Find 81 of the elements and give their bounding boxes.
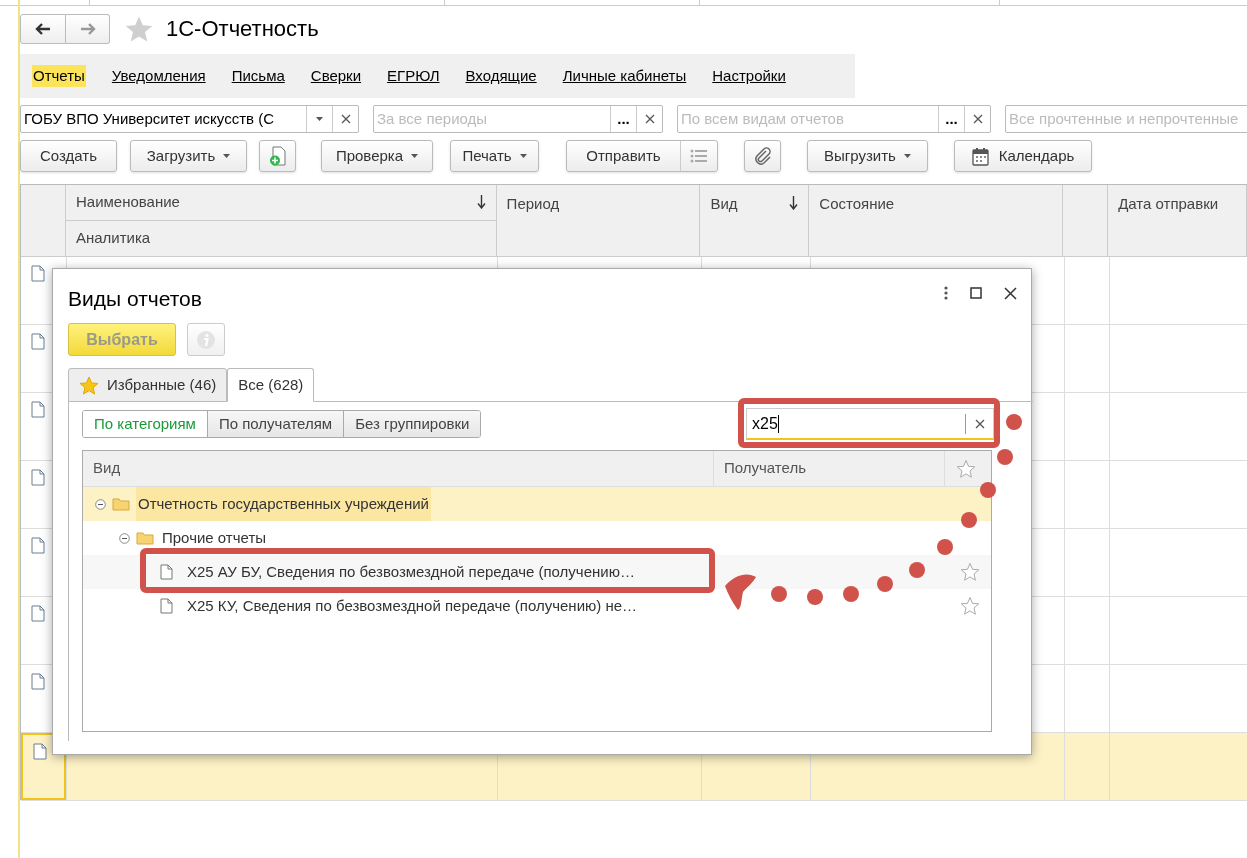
menu-link[interactable]: Сверки (310, 64, 362, 88)
back-button[interactable] (20, 13, 66, 44)
menu-link[interactable]: ЕГРЮЛ (387, 64, 440, 88)
star-icon[interactable] (960, 562, 980, 582)
star-icon (956, 458, 976, 479)
column-header[interactable]: Аналитика (65, 220, 496, 256)
toolbar-button[interactable]: Загрузить (130, 140, 247, 172)
toolbar-button[interactable]: Создать (20, 140, 117, 172)
search-field[interactable]: x25 (746, 408, 994, 440)
menu-link[interactable]: Настройки (712, 64, 786, 88)
menu-link[interactable]: Отчеты (32, 64, 86, 88)
info-icon (196, 329, 216, 350)
tab[interactable]: Все (628) (227, 368, 315, 402)
close-icon (340, 114, 351, 124)
tree-row[interactable]: Х25 АУ БУ, Сведения по безвозмездной передаче (получению… (83, 555, 991, 589)
filter-field[interactable]: За все периоды ... (373, 105, 663, 133)
calendar-icon (971, 146, 989, 166)
caret-icon (903, 154, 911, 158)
document-icon (31, 265, 45, 282)
menu-link[interactable]: Входящие (465, 64, 537, 88)
document-icon (31, 469, 45, 486)
tree-item-label: Х25 КУ, Сведения по безвозмездной передаче (получению) не… (187, 595, 638, 616)
toolbar-button[interactable]: Проверка (321, 140, 433, 172)
filter-field[interactable]: ГОБУ ВПО Университет искусств (С (20, 105, 359, 133)
column-header[interactable]: Дата отправки (1108, 185, 1247, 256)
column-header[interactable]: Получатель (714, 451, 945, 486)
tab[interactable]: Избранные (46) (68, 368, 228, 402)
collapse-icon[interactable] (95, 498, 106, 510)
caret-icon (411, 154, 419, 158)
document-icon (31, 401, 45, 418)
column-header[interactable]: Вид (700, 185, 810, 256)
caret-icon (316, 117, 323, 121)
document-icon (31, 333, 45, 350)
paperclip-icon (753, 147, 772, 165)
back-arrow-icon (35, 22, 51, 35)
tree-item-label: Прочие отчеты (161, 528, 268, 548)
calendar-button[interactable]: Календарь (954, 140, 1092, 172)
sort-arrow-icon (476, 195, 486, 210)
window-title: 1С-Отчетность (166, 15, 319, 43)
new-document-button[interactable] (259, 140, 296, 172)
grouping-button[interactable]: Без группировки (343, 411, 481, 437)
folder-icon (136, 531, 154, 545)
star-icon[interactable] (960, 596, 980, 616)
add-document-icon (268, 146, 287, 166)
caret-icon (223, 154, 231, 158)
close-icon (972, 114, 983, 124)
column-header[interactable]: Наименование (65, 185, 496, 221)
menu-link[interactable]: Уведомления (111, 64, 206, 88)
collapse-icon[interactable] (119, 532, 130, 544)
tree-item-label: Х25 АУ БУ, Сведения по безвозмездной передаче (получению… (187, 561, 635, 582)
filter-field[interactable]: По всем видам отчетов ... (677, 105, 991, 133)
close-icon (644, 114, 655, 124)
tree-row[interactable]: Отчетность государственных учреждений (83, 487, 991, 521)
toolbar-button[interactable]: Выгрузить (807, 140, 928, 172)
column-header[interactable]: Вид (83, 451, 714, 486)
sort-arrow-icon (789, 196, 799, 210)
document-icon (33, 743, 47, 760)
grouping-button[interactable]: По получателям (206, 411, 344, 437)
menu-link[interactable]: Письма (231, 64, 285, 88)
more-icon[interactable] (944, 286, 948, 300)
send-button[interactable]: Отправить (566, 140, 718, 172)
column-header[interactable]: Период (496, 185, 701, 256)
document-icon (31, 673, 45, 690)
toolbar-button[interactable]: Печать (450, 140, 539, 172)
caret-icon (519, 154, 527, 158)
document-icon (160, 564, 173, 580)
document-icon (31, 537, 45, 554)
list-icon (690, 148, 708, 164)
attach-button[interactable] (744, 140, 781, 172)
document-icon (160, 598, 173, 614)
menu-link[interactable]: Личные кабинеты (562, 64, 687, 88)
maximize-icon[interactable] (970, 287, 982, 299)
document-icon (31, 605, 45, 622)
column-header[interactable]: Состояние (809, 185, 1064, 256)
close-icon (974, 418, 985, 429)
tree-item-label: Отчетность государственных учреждений (136, 487, 431, 521)
forward-arrow-icon (79, 22, 96, 35)
star-icon (79, 375, 99, 395)
close-icon[interactable] (1004, 286, 1017, 300)
folder-icon (112, 497, 130, 511)
dialog-title: Виды отчетов (68, 286, 202, 312)
